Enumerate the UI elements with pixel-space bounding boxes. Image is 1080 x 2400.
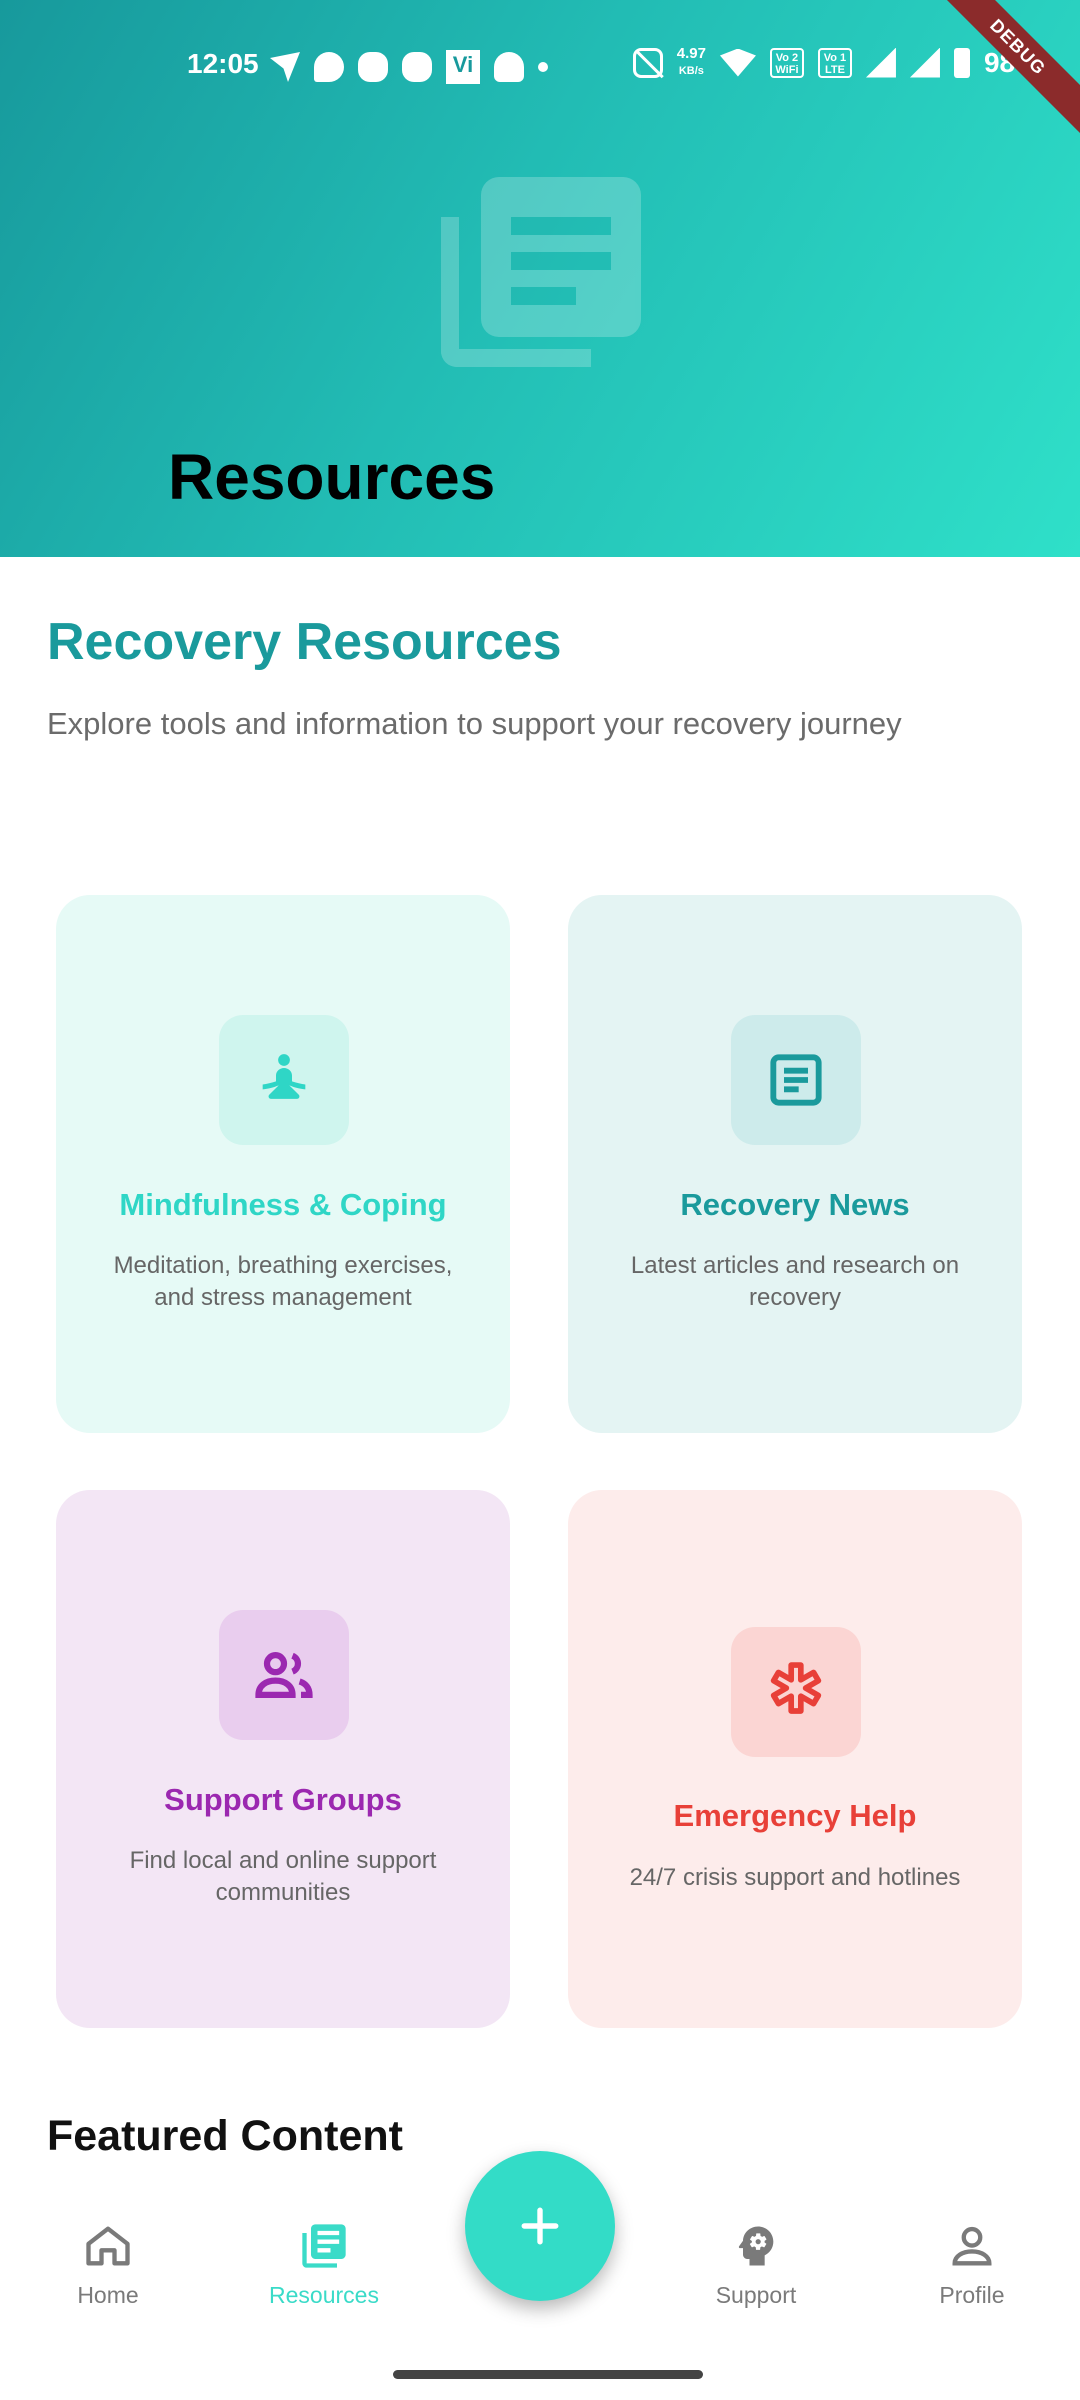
card-description: Meditation, breathing exercises, and str… — [113, 1252, 453, 1311]
card-support-groups[interactable]: Support Groups Find local and online sup… — [56, 1490, 510, 2028]
nav-label: Home — [77, 2282, 139, 2308]
send-icon — [270, 52, 300, 82]
mute-icon — [632, 47, 663, 78]
battery-icon — [953, 47, 970, 78]
system-icons: 4.97 KB/s Vo 2 WiFi Vo 1 LTE 98% — [632, 46, 1040, 79]
card-title: Recovery News — [680, 1187, 910, 1222]
nav-label: Support — [715, 2282, 797, 2308]
vi-icon: Vi — [446, 50, 480, 84]
add-button[interactable] — [465, 2151, 615, 2301]
card-title: Emergency Help — [673, 1798, 917, 1833]
volte-wifi-icon: Vo 2 WiFi — [769, 47, 804, 78]
header: 12:05 Vi 4.97 KB/s Vo 2 WiFi Vo 1 LTE DE… — [0, 0, 1080, 557]
medical-asterisk-icon — [731, 1627, 861, 1757]
signal-icon — [909, 47, 940, 78]
resources-screen: 12:05 Vi 4.97 KB/s Vo 2 WiFi Vo 1 LTE DE… — [0, 0, 1080, 2400]
dot-icon — [538, 62, 548, 72]
psychology-icon — [738, 2226, 774, 2266]
nav-label: Resources — [269, 2282, 379, 2308]
card-title: Support Groups — [164, 1782, 402, 1817]
wifi-icon — [719, 48, 756, 77]
notification-icons: Vi — [270, 50, 548, 84]
card-recovery-news[interactable]: Recovery News Latest articles and resear… — [568, 895, 1022, 1433]
nav-item-support[interactable]: Support — [676, 2220, 836, 2309]
article-icon — [731, 1015, 861, 1145]
newspaper-icon — [302, 2224, 346, 2268]
card-title: Mindfulness & Coping — [119, 1187, 447, 1222]
signal-icon — [865, 47, 896, 78]
chat-icon — [314, 52, 344, 82]
net-speed: 4.97 KB/s — [677, 46, 706, 79]
game-icon — [358, 52, 388, 82]
newspaper-icon — [441, 177, 641, 377]
page-title: Resources — [168, 441, 496, 513]
nav-item-resources[interactable]: Resources — [244, 2220, 404, 2309]
group-icon — [219, 1610, 349, 1740]
card-description: Find local and online support communitie… — [129, 1847, 437, 1906]
status-bar: 12:05 Vi 4.97 KB/s Vo 2 WiFi Vo 1 LTE — [0, 40, 1080, 94]
net-speed-unit: KB/s — [678, 65, 704, 77]
section-subtitle: Explore tools and information to support… — [47, 706, 902, 741]
section-title: Recovery Resources — [47, 613, 562, 671]
person-icon — [952, 2226, 992, 2266]
meditation-icon — [219, 1015, 349, 1145]
bell-icon — [494, 52, 524, 82]
nav-item-profile[interactable]: Profile — [892, 2220, 1052, 2309]
net-speed-value: 4.97 — [676, 45, 706, 62]
featured-content-title: Featured Content — [47, 2112, 403, 2160]
game-icon — [402, 52, 432, 82]
nav-label: Profile — [939, 2282, 1005, 2308]
status-time: 12:05 — [187, 48, 259, 79]
home-indicator[interactable] — [393, 2370, 703, 2379]
volte-lte-icon: Vo 1 LTE — [817, 47, 852, 78]
plus-icon — [521, 2207, 559, 2245]
card-mindfulness[interactable]: Mindfulness & Coping Meditation, breathi… — [56, 895, 510, 1433]
home-icon — [86, 2226, 130, 2266]
nav-item-home[interactable]: Home — [28, 2220, 188, 2309]
card-description: 24/7 crisis support and hotlines — [629, 1864, 961, 1891]
card-emergency-help[interactable]: Emergency Help 24/7 crisis support and h… — [568, 1490, 1022, 2028]
card-description: Latest articles and research on recovery — [630, 1252, 960, 1311]
